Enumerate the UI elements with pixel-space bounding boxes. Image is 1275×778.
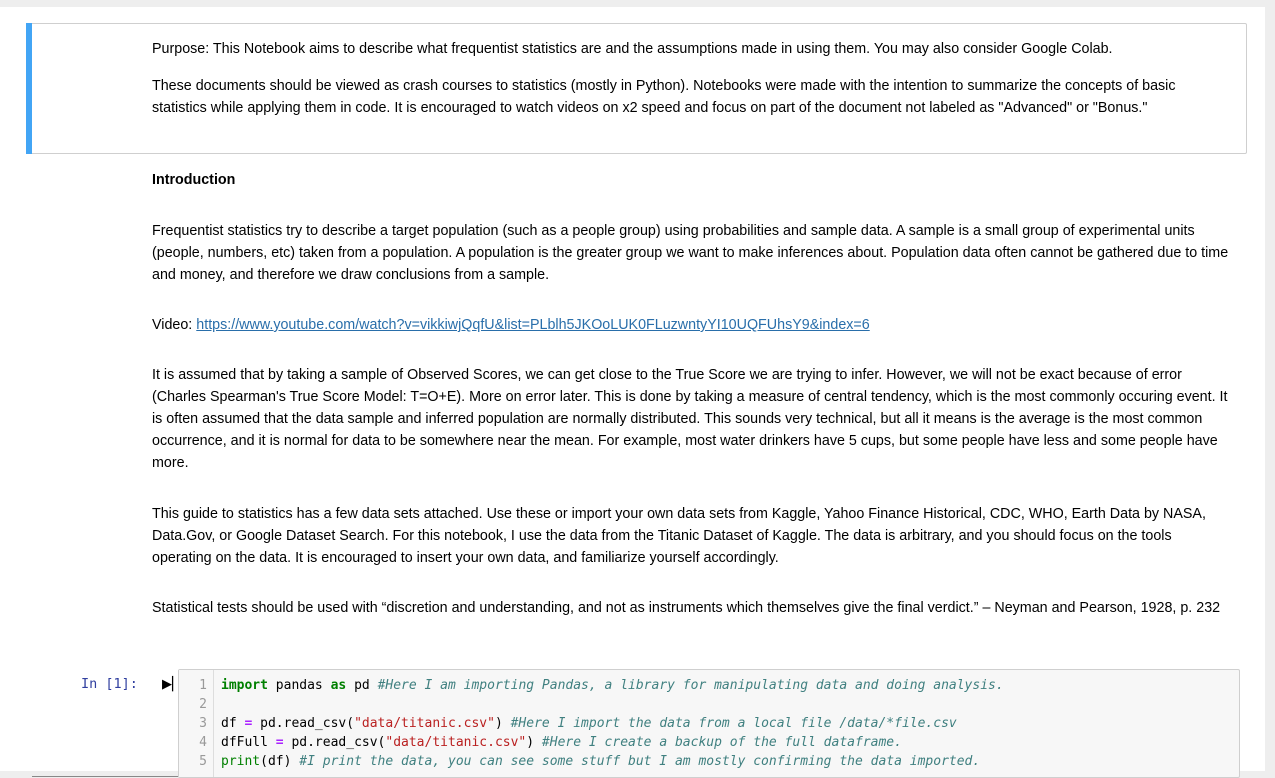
code-token: pd	[346, 678, 378, 693]
datasets-paragraph: This guide to statistics has a few data …	[152, 506, 1206, 566]
operator: =	[275, 735, 284, 750]
keyword: as	[330, 678, 347, 693]
code-line-1[interactable]: import pandas as pd #Here I am importing…	[221, 676, 1004, 695]
assumption-paragraph: It is assumed that by taking a sample of…	[152, 367, 1228, 471]
introduction-heading: Introduction	[152, 172, 236, 188]
video-line: Video: https://www.youtube.com/watch?v=v…	[152, 314, 1232, 336]
code-token: dfFull	[221, 735, 276, 750]
code-token: )	[494, 716, 511, 731]
code-comment: #Here I create a backup of the full data…	[541, 735, 902, 750]
intro-paragraph: Frequentist statistics try to describe a…	[152, 223, 1229, 283]
line-number: 4	[199, 735, 207, 750]
video-label: Video:	[152, 317, 197, 333]
line-number: 5	[199, 754, 207, 769]
purpose-text: Purpose: This Notebook aims to describe …	[152, 41, 1113, 57]
crash-course-text: These documents should be viewed as cras…	[152, 78, 1176, 116]
code-editor[interactable]: 1 2 3 4 5 import pandas as pd #Here I am…	[178, 669, 1240, 778]
line-number: 2	[199, 697, 207, 712]
line-number: 3	[199, 716, 207, 731]
code-token: pandas	[267, 678, 331, 693]
code-comment: #Here I import the data from a local fil…	[510, 716, 957, 731]
code-token: )	[526, 735, 542, 750]
code-token: df	[221, 716, 245, 731]
code-token: pd.read_csv(	[252, 716, 355, 731]
code-comment: #I print the data, you can see some stuf…	[299, 754, 981, 769]
code-line-4[interactable]: dfFull = pd.read_csv("data/titanic.csv")…	[221, 733, 902, 752]
keyword: import	[221, 678, 268, 693]
output-divider	[32, 776, 178, 777]
notebook-container: Purpose: This Notebook aims to describe …	[0, 7, 1265, 778]
video-link[interactable]: https://www.youtube.com/watch?v=vikkiwjQ…	[196, 317, 869, 333]
quote-paragraph: Statistical tests should be used with “d…	[152, 600, 1221, 616]
builtin: print	[221, 754, 261, 769]
code-token: (df)	[260, 754, 300, 769]
code-line-5[interactable]: print(df) #I print the data, you can see…	[221, 752, 980, 771]
line-number: 1	[199, 678, 207, 693]
selected-cell-indicator	[26, 23, 32, 154]
code-line-3[interactable]: df = pd.read_csv("data/titanic.csv") #He…	[221, 714, 957, 733]
code-token: pd.read_csv(	[283, 735, 386, 750]
string-literal: "data/titanic.csv"	[354, 716, 495, 731]
input-prompt: In [1]:	[81, 676, 138, 692]
code-comment: #Here I am importing Pandas, a library f…	[377, 678, 1004, 693]
string-literal: "data/titanic.csv"	[385, 735, 527, 750]
